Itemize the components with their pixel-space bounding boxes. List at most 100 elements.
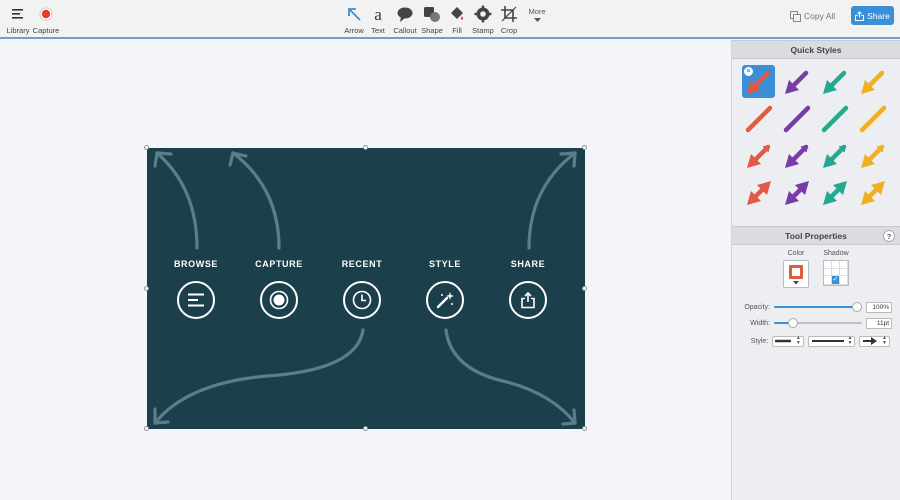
feature-capture: CAPTURE [247, 259, 311, 319]
bidirectional-arrow-icon [784, 180, 809, 205]
double-arrow-icon [746, 144, 770, 168]
more-button[interactable]: More [519, 7, 555, 23]
quick-style-bidirectional-arrow-1[interactable] [742, 176, 775, 209]
arrow-icon [822, 70, 846, 94]
width-field[interactable]: 11pt [866, 317, 892, 329]
capture-button[interactable]: Capture [28, 3, 64, 35]
line-icon [821, 105, 848, 132]
double-arrow-icon [784, 144, 808, 168]
opacity-label: Opacity: [744, 303, 770, 311]
share-button[interactable]: Share [851, 6, 894, 25]
tool-crop-label: Crop [500, 26, 518, 35]
quick-style-line-3[interactable] [818, 102, 851, 135]
clock-icon [343, 281, 381, 319]
arrow-icon [784, 70, 808, 94]
quick-style-double-arrow-2[interactable] [780, 139, 813, 172]
feature-browse: BROWSE [164, 259, 228, 319]
checkmark-icon: ✓ [832, 276, 840, 285]
canvas-area[interactable]: BROWSE CAPTURE RECENT STYLE SHARE [0, 40, 731, 500]
resize-handle[interactable] [582, 145, 587, 150]
bidirectional-arrow-icon [746, 180, 771, 205]
resize-handle[interactable] [582, 286, 587, 291]
copy-all-button[interactable]: Copy All [790, 7, 835, 25]
quick-style-double-arrow-4[interactable] [856, 139, 889, 172]
resize-handle[interactable] [363, 145, 368, 150]
line-icon [859, 105, 886, 132]
chevron-down-icon [533, 18, 541, 22]
quick-styles-header: Quick Styles [732, 40, 900, 59]
callout-icon [394, 3, 416, 25]
line-icon [745, 105, 772, 132]
quick-style-bidirectional-arrow-4[interactable] [856, 176, 889, 209]
feature-share: SHARE [496, 259, 560, 319]
copy-all-label: Copy All [804, 11, 836, 21]
bidirectional-arrow-icon [860, 180, 885, 205]
tool-properties-header: Tool Properties ? [732, 226, 900, 245]
crop-icon [498, 3, 520, 25]
resize-handle[interactable] [144, 426, 149, 431]
menu-icon [177, 281, 215, 319]
feature-label-style: STYLE [428, 259, 461, 269]
color-swatch [789, 265, 803, 279]
shadow-picker[interactable]: ✓ [823, 260, 849, 286]
stepper-icon: ▲ ▼ [882, 335, 887, 346]
remove-style-icon[interactable]: × [744, 67, 753, 76]
slider-knob[interactable] [788, 318, 799, 328]
record-button-icon [260, 281, 298, 319]
feature-label-browse: BROWSE [173, 259, 219, 269]
resize-handle[interactable] [363, 426, 368, 431]
line-icon [783, 105, 810, 132]
toolbar: Library Capture Arrow a Text Callout Sha… [0, 0, 900, 39]
library-icon [7, 3, 29, 25]
quick-styles-grid: × [732, 59, 900, 226]
width-row: Width: 11pt [732, 315, 900, 331]
quick-style-double-arrow-1[interactable] [742, 139, 775, 172]
share-icon [509, 281, 547, 319]
color-control: Color [783, 250, 809, 299]
resize-handle[interactable] [144, 286, 149, 291]
arrow-icon [860, 70, 884, 94]
style-label: Style: [750, 337, 769, 345]
quick-style-line-4[interactable] [856, 102, 889, 135]
width-label: Width: [750, 319, 770, 327]
tool-properties-title: Tool Properties [785, 230, 847, 241]
color-label: Color [787, 250, 805, 257]
quick-style-arrow-1[interactable]: × [742, 65, 775, 98]
quick-style-arrow-3[interactable] [818, 65, 851, 98]
color-picker[interactable] [783, 260, 809, 288]
tool-text-label: Text [371, 26, 385, 35]
feature-label-share: SHARE [510, 259, 546, 269]
quick-style-line-1[interactable] [742, 102, 775, 135]
feature-style: STYLE [413, 259, 477, 319]
opacity-row: Opacity: 100% [732, 299, 900, 315]
width-slider[interactable] [774, 318, 862, 328]
shadow-label: Shadow [823, 250, 849, 257]
opacity-field[interactable]: 100% [866, 301, 892, 313]
stepper-icon: ▲ ▼ [795, 335, 801, 346]
arrow-head-select[interactable]: ▲ ▼ [859, 335, 890, 347]
feature-recent: RECENT [330, 259, 394, 319]
line-cap-select[interactable]: ▲ ▼ [772, 335, 804, 347]
quick-style-double-arrow-3[interactable] [818, 139, 851, 172]
help-icon[interactable]: ? [883, 230, 895, 242]
share-icon [855, 10, 865, 21]
shadow-control: Shadow ✓ [823, 250, 849, 299]
magic-wand-icon [426, 281, 464, 319]
chevron-down-icon [793, 281, 799, 285]
bidirectional-arrow-icon [822, 180, 847, 205]
annotated-image[interactable]: BROWSE CAPTURE RECENT STYLE SHARE [147, 148, 585, 429]
quick-style-arrow-4[interactable] [856, 65, 889, 98]
quick-style-bidirectional-arrow-3[interactable] [818, 176, 851, 209]
line-style-select[interactable]: ▲ ▼ [807, 335, 856, 347]
quick-styles-title: Quick Styles [790, 44, 842, 55]
share-label: Share [867, 10, 890, 21]
quick-style-bidirectional-arrow-2[interactable] [780, 176, 813, 209]
quick-style-line-2[interactable] [780, 102, 813, 135]
resize-handle[interactable] [144, 145, 149, 150]
double-arrow-icon [860, 144, 884, 168]
tool-fill-label: Fill [452, 26, 462, 35]
quick-style-arrow-2[interactable] [780, 65, 813, 98]
resize-handle[interactable] [582, 426, 587, 431]
opacity-slider[interactable] [774, 302, 862, 312]
slider-knob[interactable] [852, 302, 862, 312]
